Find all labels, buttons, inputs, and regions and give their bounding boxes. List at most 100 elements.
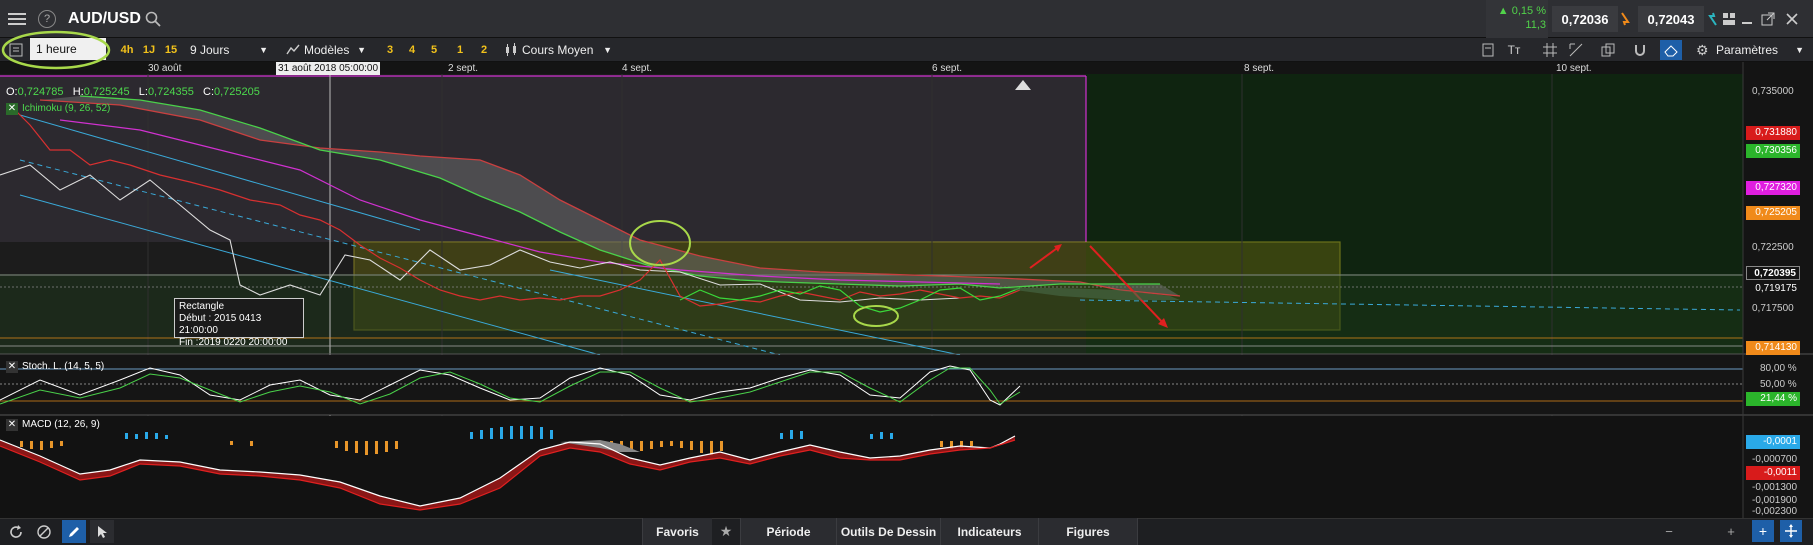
macd-badge: -0,0011 [1746, 466, 1800, 480]
sell-arrow-icon [1620, 12, 1630, 26]
sell-price-button[interactable]: 0,72036 [1552, 6, 1618, 32]
period-15-button[interactable]: 15 [162, 40, 180, 60]
refresh-icon[interactable] [6, 522, 26, 542]
template-3-button[interactable]: 3 [382, 40, 398, 60]
drawing-tools-icon[interactable] [1566, 40, 1586, 60]
period-button[interactable]: Période [740, 518, 836, 545]
period-1j-button[interactable]: 1J [140, 40, 158, 60]
macd-axis-label: -0,000700 [1752, 454, 1798, 465]
settings-button[interactable]: ⚙ Paramètres ▼ [1690, 40, 1808, 60]
sell-price: 0,72036 [1561, 11, 1609, 27]
ohlc-high: 0,725245 [83, 86, 130, 98]
price-badge: 0,714130 [1746, 341, 1800, 355]
macd-axis-label: -0,001300 [1752, 482, 1798, 493]
spread-value: 11,3 [1525, 19, 1546, 31]
layout-icon[interactable] [1722, 12, 1736, 26]
remove-macd-icon[interactable]: ✕ [6, 419, 18, 431]
buy-price-button[interactable]: 0,72043 [1638, 6, 1704, 32]
ohlc-open-label: O: [6, 86, 18, 98]
notes-icon[interactable] [1478, 40, 1498, 60]
text-tool-icon[interactable]: Tт [1504, 40, 1524, 60]
ohlc-close: 0,725205 [214, 86, 260, 98]
tooltip-start: Début : 2015 0413 21:00:00 [179, 313, 262, 336]
range-label: 9 Jours [190, 43, 230, 57]
zoom-in-icon[interactable]: + [1722, 522, 1740, 540]
date-label: 10 sept. [1556, 63, 1592, 74]
remove-stoch-icon[interactable]: ✕ [6, 361, 18, 373]
templates-select[interactable]: Modèles ▼ [282, 40, 372, 60]
ohlc-open: 0,724785 [17, 86, 64, 98]
chart-canvas[interactable] [0, 62, 1813, 518]
stoch-label[interactable]: Stoch. L. (14, 5, 5) [22, 361, 104, 372]
price-badge: 0,720395 [1746, 266, 1800, 280]
ohlc-high-label: H: [72, 86, 84, 98]
eraser-icon[interactable] [1660, 40, 1682, 60]
price-type-select[interactable]: Cours Moyen ▼ [500, 40, 620, 60]
crosshair-time-label: 31 août 2018 05:00:00 [276, 62, 380, 75]
macd-badge: -0,0001 [1746, 435, 1800, 449]
minimize-icon[interactable] [1740, 12, 1754, 26]
search-icon[interactable] [144, 10, 162, 28]
date-label: 2 sept. [448, 63, 479, 74]
buy-arrow-icon [1708, 12, 1718, 26]
ichimoku-label[interactable]: Ichimoku (9, 26, 52) [22, 103, 110, 114]
date-label: 30 août [148, 63, 182, 74]
change-percent: ▲ 0,15 % [1497, 5, 1546, 17]
price-badge: 0,719175 [1746, 282, 1800, 296]
candlestick-icon [504, 43, 518, 60]
pencil-icon[interactable] [62, 520, 86, 543]
popout-icon[interactable] [1760, 11, 1776, 27]
stoch-badge: 21,44 % [1746, 392, 1800, 406]
top-bar: ? AUD/USD ▲ 0,15 % 11,3 0,72036 0,72043 [0, 0, 1813, 38]
magnet-icon[interactable] [1630, 40, 1650, 60]
chevron-down-icon: ▼ [259, 45, 268, 55]
zoom-out-icon[interactable]: − [1660, 522, 1678, 540]
copy-icon[interactable] [1598, 40, 1618, 60]
templates-label: Modèles [304, 43, 350, 57]
star-icon[interactable]: ★ [712, 520, 740, 543]
remove-ichimoku-icon[interactable]: ✕ [6, 103, 18, 115]
price-badge: 0,730356 [1746, 144, 1800, 158]
price-badge: 0,731880 [1746, 126, 1800, 140]
help-icon[interactable]: ? [38, 10, 56, 28]
date-label: 6 sept. [932, 63, 963, 74]
ohlc-legend: O:0,724785 H:0,725245 L:0,724355 C:0,725… [6, 86, 260, 98]
settings-label: Paramètres [1716, 43, 1779, 57]
figures-button[interactable]: Figures [1038, 518, 1138, 545]
cancel-icon[interactable] [34, 522, 54, 542]
buy-price: 0,72043 [1647, 11, 1695, 27]
ohlc-low-label: L: [138, 86, 148, 98]
indicators-button[interactable]: Indicateurs [940, 518, 1038, 545]
menu-icon[interactable] [6, 9, 28, 29]
template-4-button[interactable]: 4 [404, 40, 420, 60]
range-select[interactable]: 9 Jours ▼ [186, 40, 272, 60]
cursor-icon[interactable] [90, 520, 114, 543]
chevron-down-icon: ▼ [603, 45, 612, 55]
stoch-axis-label: 50,00 % [1760, 379, 1797, 390]
trading-chart-app: { "header": { "symbol": "AUD/USD", "chan… [0, 0, 1813, 545]
grid-icon[interactable] [1540, 40, 1560, 60]
price-axis-label: 0,722500 [1752, 242, 1794, 253]
template-1-button[interactable]: 1 [452, 40, 468, 60]
drawing-tools-button[interactable]: Outils De Dessin [836, 518, 940, 545]
macd-axis-label: -0,002300 [1752, 506, 1798, 517]
period-4h-button[interactable]: 4h [118, 40, 136, 60]
crosshair-icon[interactable]: + [1752, 520, 1774, 542]
macd-label[interactable]: MACD (12, 26, 9) [22, 419, 100, 430]
chevron-down-icon: ▼ [1795, 45, 1804, 55]
price-badge: 0,727320 [1746, 181, 1800, 195]
ohlc-low: 0,724355 [147, 86, 194, 98]
chevron-down-icon: ▼ [357, 45, 366, 55]
close-icon[interactable] [1784, 11, 1800, 27]
template-2-button[interactable]: 2 [476, 40, 492, 60]
tooltip-title: Rectangle [179, 301, 225, 312]
price-type-label: Cours Moyen [522, 43, 594, 57]
macd-axis-label: -0,001900 [1752, 495, 1798, 506]
symbol-title[interactable]: AUD/USD [68, 10, 141, 28]
favorites-button[interactable]: Favoris [642, 518, 712, 545]
rectangle-tooltip: Rectangle Début : 2015 0413 21:00:00 Fin… [174, 298, 304, 348]
template-5-button[interactable]: 5 [426, 40, 442, 60]
date-label: 4 sept. [622, 63, 653, 74]
autoscale-icon[interactable] [1780, 520, 1802, 542]
price-badge: 0,725205 [1746, 206, 1800, 220]
